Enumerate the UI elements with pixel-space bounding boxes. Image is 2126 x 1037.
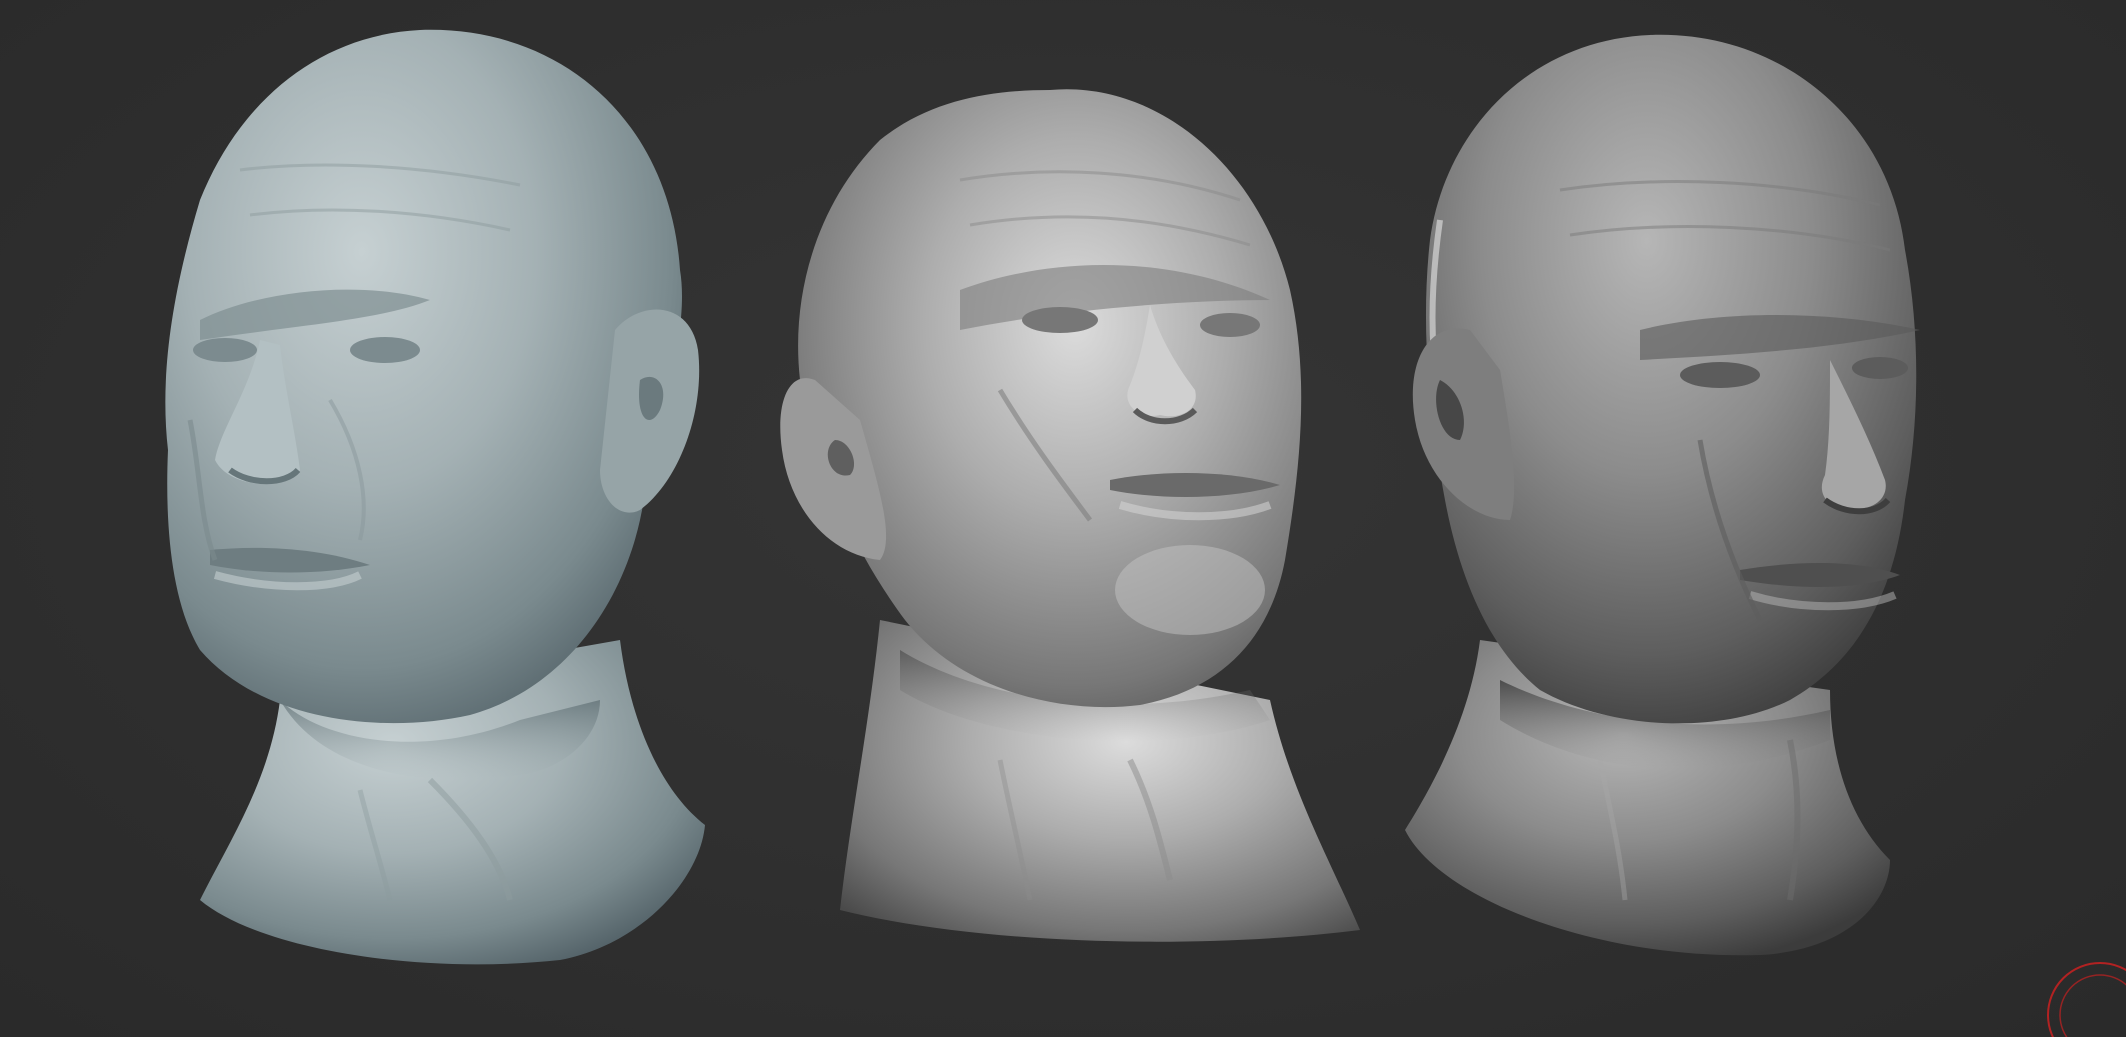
sculpt-head-1[interactable] <box>165 29 705 965</box>
sculpt-head-2[interactable] <box>780 89 1360 942</box>
sculpt-canvas[interactable] <box>0 0 2126 1037</box>
head-1-eye-left <box>193 338 257 362</box>
sculpt-head-3[interactable] <box>1405 34 1920 956</box>
head-2-eye-right <box>1200 313 1260 337</box>
head-1-eye-right <box>350 337 420 363</box>
3d-viewport[interactable] <box>0 0 2126 1037</box>
head-3-eye-left <box>1680 362 1760 388</box>
head-2-eye-left <box>1022 307 1098 333</box>
head-1-skull <box>165 29 682 724</box>
head-3-eye-right <box>1852 357 1908 379</box>
rotate-gizmo-icon[interactable] <box>2040 955 2126 1037</box>
